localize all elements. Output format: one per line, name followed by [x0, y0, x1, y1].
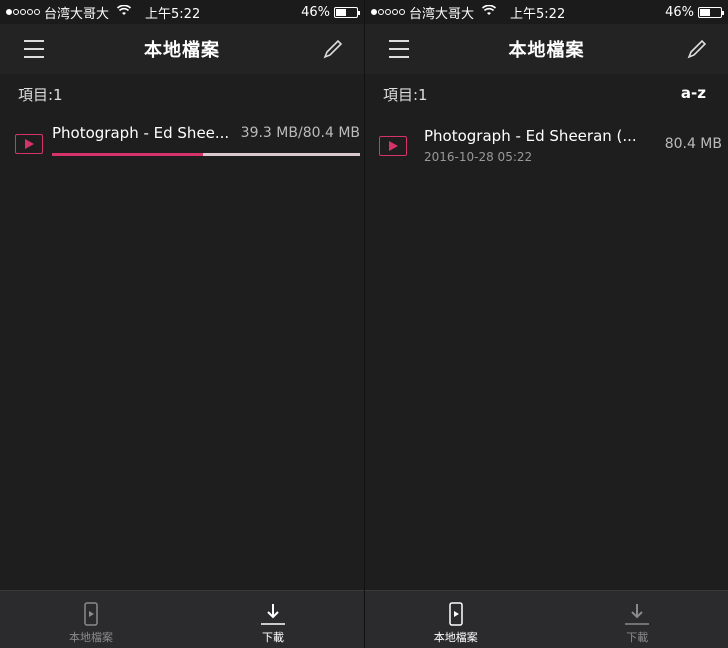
right-screen: 台湾大哥大 上午5:22 46% 本地檔案 項目:1 a-z Photograp…	[364, 0, 728, 648]
tab-downloads[interactable]: 下載	[182, 591, 364, 648]
tab-label: 本地檔案	[69, 631, 113, 644]
phone-video-icon	[84, 602, 98, 626]
nav-bar: 本地檔案	[365, 24, 728, 74]
hamburger-menu-icon[interactable]	[24, 40, 44, 58]
page-title: 本地檔案	[508, 40, 585, 61]
status-time: 上午5:22	[510, 6, 566, 22]
signal-dots-icon	[371, 9, 405, 15]
file-item-date: 2016-10-28 05:22	[424, 150, 533, 164]
sort-button[interactable]: a-z	[681, 84, 706, 102]
download-item-title[interactable]: Photograph - Ed Shee...	[52, 124, 229, 142]
carrier-name: 台湾大哥大	[44, 6, 110, 22]
file-item-size: 80.4 MB	[664, 136, 722, 152]
wifi-icon	[116, 4, 132, 19]
carrier-name: 台湾大哥大	[409, 6, 475, 22]
status-bar: 台湾大哥大 上午5:22 46%	[365, 0, 728, 24]
page-title: 本地檔案	[144, 40, 220, 61]
status-time: 上午5:22	[145, 6, 201, 22]
download-icon	[625, 604, 650, 625]
item-count: 項目:1	[18, 86, 63, 104]
pencil-icon[interactable]	[322, 38, 344, 60]
download-progress-bar	[52, 153, 360, 156]
battery-percentage: 46%	[665, 4, 694, 20]
video-file-icon	[379, 136, 407, 156]
tab-label: 下載	[262, 631, 284, 644]
wifi-icon	[481, 4, 497, 19]
tab-label: 本地檔案	[433, 631, 478, 644]
tab-downloads[interactable]: 下載	[547, 591, 728, 648]
battery-percentage: 46%	[301, 4, 330, 20]
tab-bar: 本地檔案 下載	[0, 590, 364, 648]
tab-bar: 本地檔案 下載	[365, 590, 728, 648]
hamburger-menu-icon[interactable]	[389, 40, 409, 58]
download-item-size: 39.3 MB/80.4 MB	[240, 125, 360, 141]
pencil-icon[interactable]	[686, 38, 708, 60]
download-progress-fill	[52, 153, 203, 156]
tab-local-files[interactable]: 本地檔案	[0, 591, 182, 648]
nav-bar: 本地檔案	[0, 24, 364, 74]
battery-icon	[334, 6, 360, 18]
item-count: 項目:1	[383, 86, 428, 104]
tab-label: 下載	[626, 631, 649, 644]
status-bar: 台湾大哥大 上午5:22 46%	[0, 0, 364, 24]
battery-icon	[698, 6, 724, 18]
tab-local-files[interactable]: 本地檔案	[365, 591, 547, 648]
phone-video-icon	[449, 602, 463, 626]
file-item-title[interactable]: Photograph - Ed Sheeran (...	[424, 127, 637, 145]
download-icon	[261, 604, 285, 625]
video-file-icon	[15, 134, 43, 154]
signal-dots-icon	[6, 9, 40, 15]
left-screen: 台湾大哥大 上午5:22 46% 本地檔案 項目:1 Photograph - …	[0, 0, 364, 648]
